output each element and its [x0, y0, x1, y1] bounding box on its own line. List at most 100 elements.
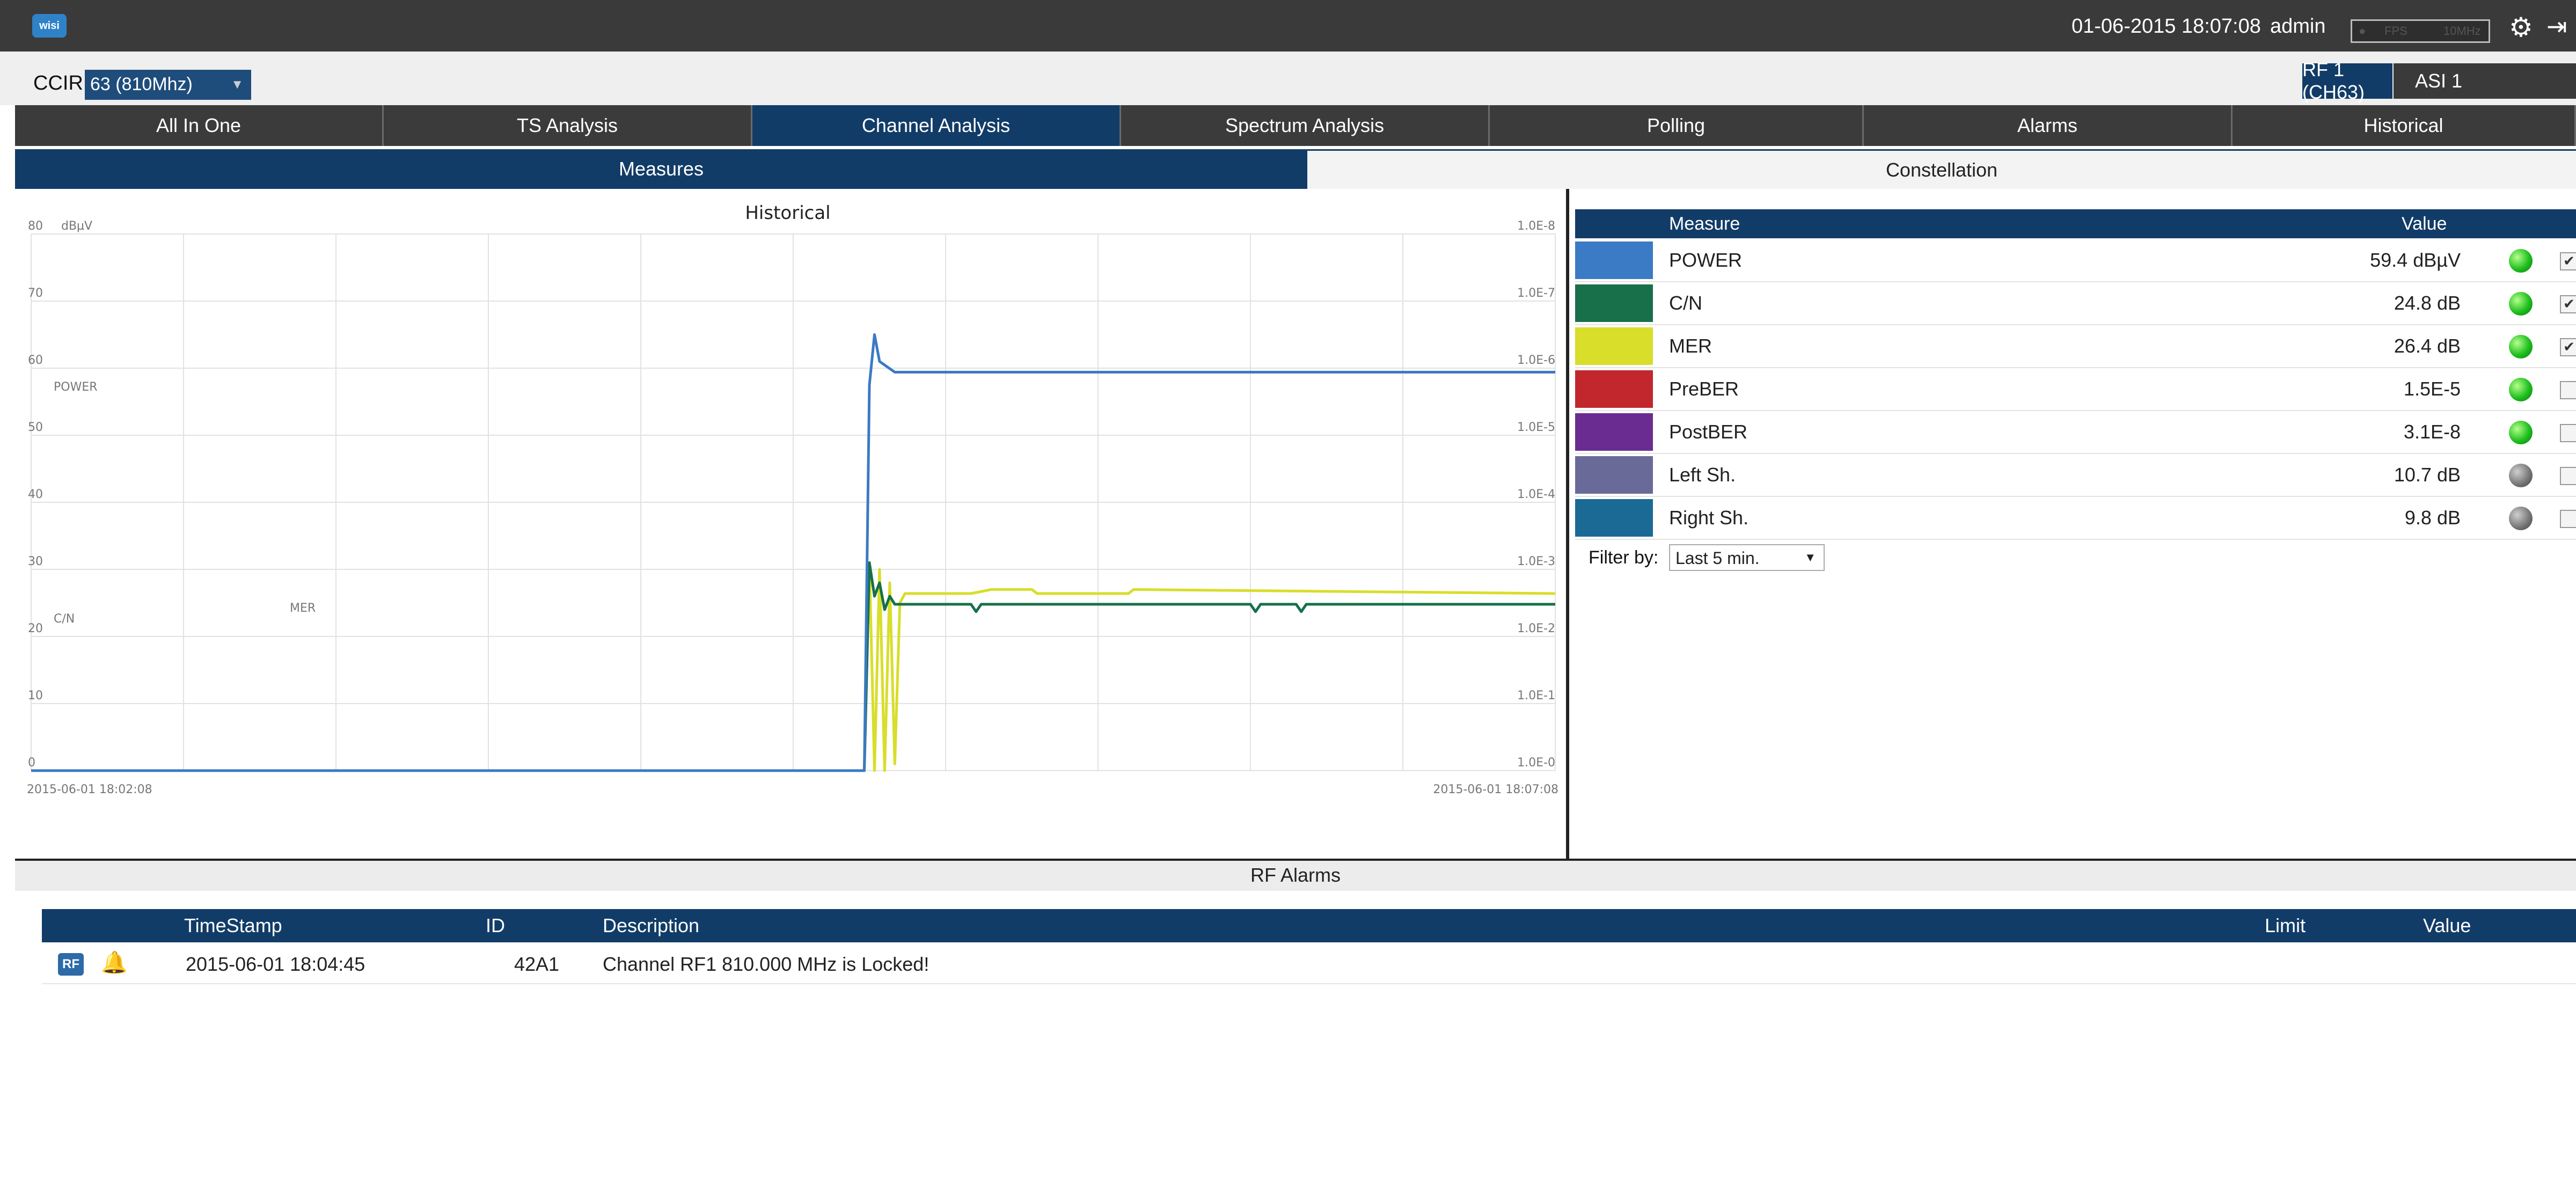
series-visibility-checkbox[interactable]: ✔: [2560, 295, 2576, 313]
measure-value: 1.5E-5: [2403, 378, 2461, 400]
measure-name: PreBER: [1669, 378, 1739, 400]
inline-label-power: POWER: [54, 380, 98, 394]
alarm-row[interactable]: RF 🔔 2015-06-01 18:04:45 42A1 Channel RF…: [42, 944, 2576, 984]
y-tick-label: 10: [28, 689, 43, 702]
color-swatch: [1575, 499, 1653, 537]
series-visibility-checkbox[interactable]: [2560, 510, 2576, 528]
tab-all-in-one[interactable]: All In One: [15, 105, 384, 146]
col-timestamp: TimeStamp: [184, 914, 282, 936]
series-visibility-checkbox[interactable]: ✔: [2560, 338, 2576, 356]
tab-measures[interactable]: Measures: [15, 149, 1307, 189]
channel-sub-tabs: Measures Constellation: [15, 149, 2576, 189]
rf-alarms-title: RF Alarms: [15, 859, 2576, 891]
ccir-label: CCIR: [33, 72, 83, 94]
color-swatch: [1575, 456, 1653, 494]
historical-chart-panel: Historical dBµV 80 70 60 50 40 30 20 10 0 1.0E-8…: [15, 193, 1566, 859]
tab-polling[interactable]: Polling: [1490, 105, 1864, 146]
measure-name: PostBER: [1669, 421, 1748, 443]
tab-alarms[interactable]: Alarms: [1864, 105, 2233, 146]
measure-value: 3.1E-8: [2403, 421, 2461, 443]
y2-tick-label: 1.0E-8: [1517, 219, 1555, 233]
tab-ts-analysis[interactable]: TS Analysis: [384, 105, 752, 146]
color-swatch: [1575, 284, 1653, 322]
color-swatch: [1575, 370, 1653, 408]
series-visibility-checkbox[interactable]: [2560, 467, 2576, 485]
channel-select-value: 63 (810Mhz): [90, 74, 193, 94]
status-led-icon: [2509, 421, 2533, 444]
measure-row-right-shoulder: Right Sh. 9.8 dB: [1575, 497, 2576, 540]
status-led-icon: [2509, 292, 2533, 316]
status-meter: ● FPS 10MHz: [2351, 19, 2490, 43]
measure-value: 59.4 dBµV: [2370, 249, 2461, 271]
username[interactable]: admin: [2270, 15, 2326, 38]
gear-icon[interactable]: ⚙: [2509, 12, 2533, 43]
chevron-down-icon: ▼: [1804, 551, 1816, 564]
time-filter-value: Last 5 min.: [1675, 548, 1760, 568]
tab-constellation[interactable]: Constellation: [1307, 149, 2576, 189]
measure-name: Right Sh.: [1669, 507, 1749, 529]
y2-tick-label: 1.0E-4: [1517, 488, 1555, 501]
measure-row-power: POWER 59.4 dBµV ✔: [1575, 239, 2576, 282]
meter-dot-icon: ●: [2359, 24, 2366, 38]
series-visibility-checkbox[interactable]: [2560, 381, 2576, 399]
measure-row-mer: MER 26.4 dB ✔: [1575, 325, 2576, 368]
col-limit: Limit: [2265, 914, 2306, 936]
main-nav-tabs: All In One TS Analysis Channel Analysis …: [15, 105, 2576, 146]
color-swatch: [1575, 327, 1653, 365]
series-visibility-checkbox[interactable]: [2560, 424, 2576, 442]
status-led-icon: [2509, 507, 2533, 530]
asi-input-tab[interactable]: ASI 1: [2394, 63, 2576, 99]
chart-title: Historical: [745, 202, 830, 224]
bell-icon: 🔔: [101, 951, 128, 975]
measure-row-left-shoulder: Left Sh. 10.7 dB: [1575, 454, 2576, 497]
y-tick-label: 80: [28, 219, 43, 233]
y2-tick-label: 1.0E-0: [1517, 756, 1555, 770]
y-tick-label: 0: [28, 756, 35, 770]
y-axis-ticks: 80 70 60 50 40 30 20 10 0: [28, 219, 43, 770]
channel-select[interactable]: 63 (810Mhz) ▼: [85, 70, 251, 100]
tab-spectrum-analysis[interactable]: Spectrum Analysis: [1121, 105, 1490, 146]
status-led-icon: [2509, 249, 2533, 273]
y2-tick-label: 1.0E-2: [1517, 622, 1555, 635]
y2-tick-label: 1.0E-6: [1517, 354, 1555, 367]
color-swatch: [1575, 241, 1653, 279]
chevron-down-icon: ▼: [231, 77, 244, 92]
alarm-timestamp: 2015-06-01 18:04:45: [186, 953, 365, 975]
measure-name: MER: [1669, 335, 1712, 357]
alarm-id: 42A1: [514, 953, 560, 975]
col-id: ID: [486, 914, 505, 936]
inline-label-mer: MER: [290, 602, 316, 615]
measure-row-postber: PostBER 3.1E-8: [1575, 411, 2576, 454]
rf-badge-icon: RF: [58, 953, 84, 976]
current-datetime: 01-06-2015 18:07:08: [2072, 15, 2261, 38]
alarm-description: Channel RF1 810.000 MHz is Locked!: [603, 953, 930, 975]
y-tick-label: 40: [28, 488, 43, 501]
y2-tick-label: 1.0E-7: [1517, 287, 1555, 300]
tab-historical[interactable]: Historical: [2233, 105, 2576, 146]
col-value: Value: [2402, 214, 2447, 234]
col-value: Value: [2423, 914, 2471, 936]
y-axis-unit: dBµV: [61, 219, 92, 233]
series-visibility-checkbox[interactable]: ✔: [2560, 252, 2576, 270]
color-swatch: [1575, 413, 1653, 451]
y-tick-label: 60: [28, 354, 43, 367]
status-led-icon: [2509, 378, 2533, 401]
channel-selector-bar: [0, 52, 2576, 105]
x-axis-start-label: 2015-06-01 18:02:08: [27, 783, 152, 796]
measures-table-header: Measure Value: [1575, 209, 2576, 238]
measure-row-cn: C/N 24.8 dB ✔: [1575, 282, 2576, 325]
chart-grid: [31, 233, 1556, 771]
meter-right-label: 10MHz: [2443, 24, 2481, 38]
tab-channel-analysis[interactable]: Channel Analysis: [752, 105, 1121, 146]
y-tick-label: 50: [28, 421, 43, 434]
rf-input-tab[interactable]: RF 1 (CH63): [2302, 58, 2392, 103]
logout-icon[interactable]: ⇥: [2546, 12, 2567, 41]
measure-name: POWER: [1669, 249, 1743, 271]
measure-value: 24.8 dB: [2394, 292, 2461, 314]
measure-value: 10.7 dB: [2394, 464, 2461, 486]
alarms-table-header: TimeStamp ID Description Limit Value: [42, 909, 2576, 942]
col-description: Description: [603, 914, 700, 936]
measure-value: 9.8 dB: [2404, 507, 2461, 529]
measure-value: 26.4 dB: [2394, 335, 2461, 357]
time-filter-select[interactable]: Last 5 min. ▼: [1669, 544, 1825, 571]
